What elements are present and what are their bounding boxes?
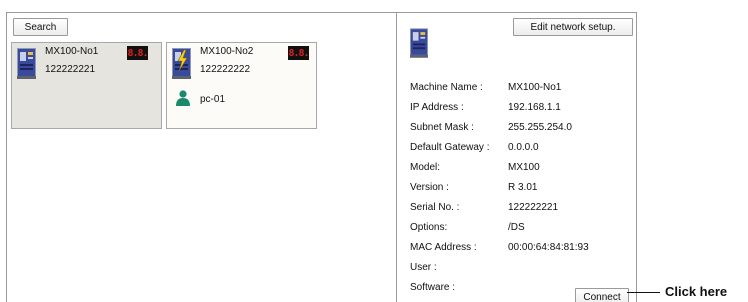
detail-label: User :	[410, 262, 437, 273]
lightning-icon	[172, 48, 191, 79]
detail-value: 00:00:64:84:81:93	[508, 242, 589, 253]
device-serial: 122222221	[45, 64, 96, 75]
detail-label: IP Address :	[410, 102, 464, 113]
detail-label: Options:	[410, 222, 448, 233]
detail-value: R 3.01	[508, 182, 538, 193]
edit-network-setup-button[interactable]: Edit network setup.	[513, 18, 633, 36]
detail-label: Serial No. :	[410, 202, 460, 213]
device-list-panel: Search MX100-No1 122222221 8.8. MX100-No…	[6, 12, 397, 302]
mx100-device-icon	[17, 48, 36, 79]
detail-label: Subnet Mask :	[410, 122, 474, 133]
detail-label: Machine Name :	[410, 82, 483, 93]
detail-label: Model:	[410, 162, 441, 173]
user-icon	[176, 90, 190, 106]
device-card-mx100-no1[interactable]: MX100-No1 122222221 8.8.	[11, 42, 162, 129]
device-name: MX100-No2	[200, 46, 254, 57]
connect-button[interactable]: Connect	[575, 288, 629, 302]
device-name: MX100-No1	[45, 46, 99, 57]
mx100-device-icon	[410, 28, 428, 58]
detail-value: 192.168.1.1	[508, 102, 561, 113]
detail-label: Default Gateway :	[410, 142, 490, 153]
callout-text: Click here	[665, 284, 728, 299]
detail-value: 0.0.0.0	[508, 142, 539, 153]
device-serial: 122222222	[200, 64, 251, 75]
callout-line	[627, 292, 660, 293]
detail-value: 255.255.254.0	[508, 122, 572, 133]
detail-value: /DS	[508, 222, 525, 233]
connected-user: pc-01	[200, 94, 226, 105]
detail-label: Software :	[410, 282, 456, 293]
device-card-mx100-no2[interactable]: MX100-No2 122222222 8.8. pc-01	[166, 42, 317, 129]
search-button[interactable]: Search	[13, 18, 68, 36]
seven-segment-display: 8.8.	[127, 46, 149, 60]
detail-value: MX100	[508, 162, 540, 173]
detail-value: 122222221	[508, 202, 559, 213]
detail-label: MAC Address :	[410, 242, 477, 253]
detail-label: Version :	[410, 182, 449, 193]
detail-value: MX100-No1	[508, 82, 562, 93]
device-details-panel: Edit network setup. Machine Name : MX100…	[397, 12, 637, 302]
seven-segment-display: 8.8.	[288, 46, 310, 60]
